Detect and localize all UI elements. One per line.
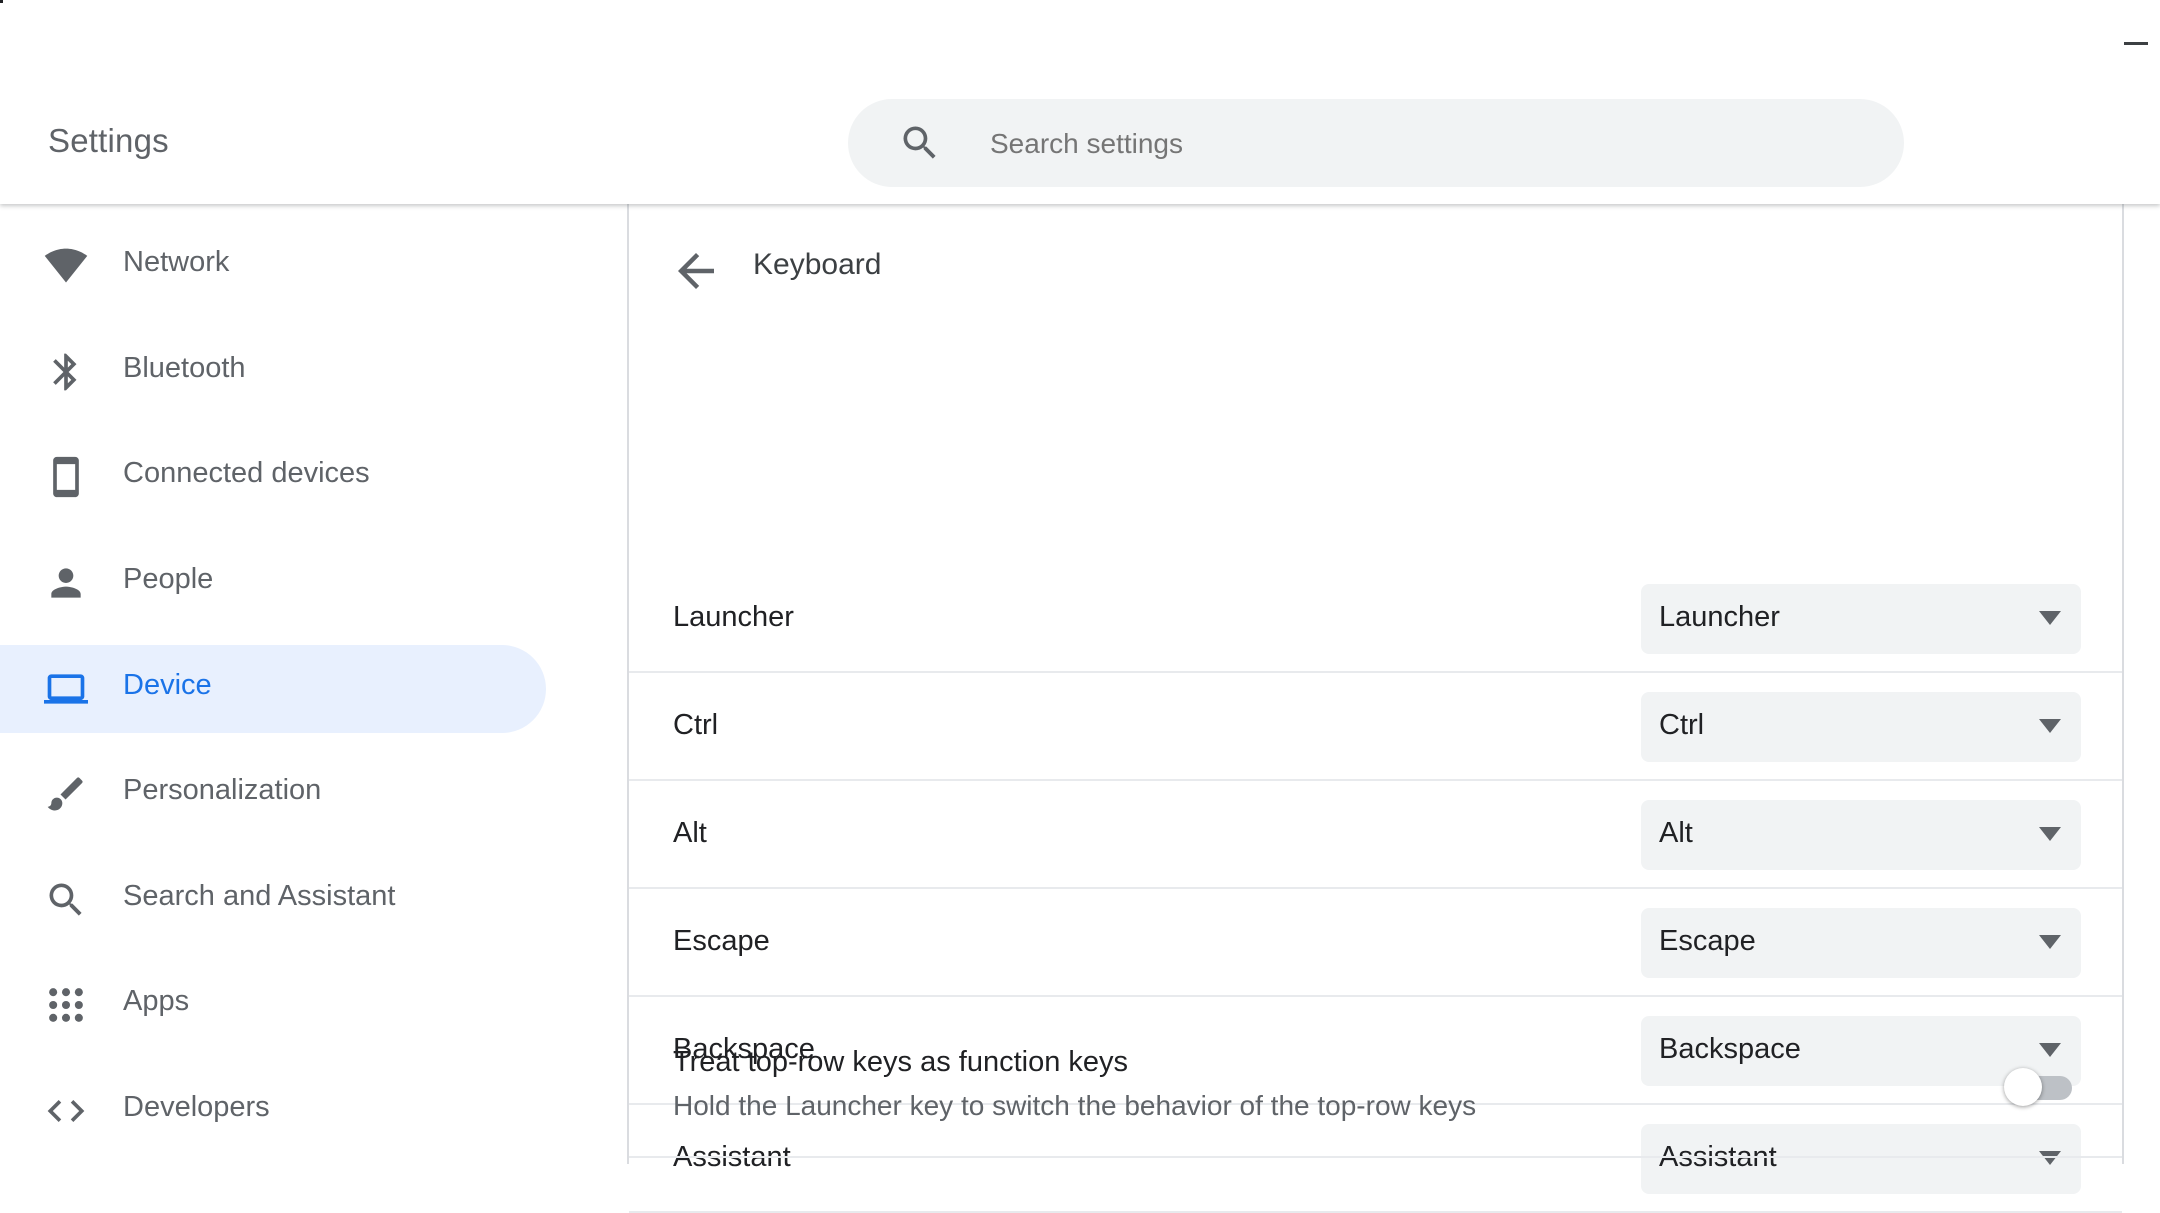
dropdown-arrow-icon [2039, 611, 2061, 625]
sidebar-item-personalization[interactable]: Personalization [0, 750, 546, 838]
remap-label: Launcher [673, 601, 794, 633]
page-title: Keyboard [753, 248, 882, 281]
remap-label: Alt [673, 817, 707, 849]
sidebar-item-bluetooth[interactable]: Bluetooth [0, 328, 546, 416]
search-input[interactable] [988, 121, 1852, 167]
select-value: Launcher [1659, 601, 1780, 633]
remap-select-escape[interactable]: Escape [1641, 908, 2081, 978]
sidebar-item-network[interactable]: Network [0, 222, 546, 310]
search-icon [49, 883, 82, 916]
sidebar-item-connected-devices[interactable]: Connected devices [0, 433, 546, 521]
sidebar-item-people[interactable]: People [0, 539, 546, 627]
sidebar-item-apps[interactable]: Apps [0, 961, 546, 1049]
remap-row-alt: Alt Alt [629, 781, 2122, 889]
remap-row-ctrl: Ctrl Ctrl [629, 673, 2122, 781]
brush-icon [47, 777, 83, 811]
sidebar-item-search-and-assistant[interactable]: Search and Assistant [0, 856, 546, 944]
sidebar-item-label: Apps [123, 985, 190, 1017]
select-value: Alt [1659, 817, 1693, 849]
code-icon [47, 1100, 85, 1122]
sidebar-item-label: Network [123, 246, 230, 278]
minimize-icon [2124, 42, 2148, 45]
function-keys-row: Treat top-row keys as function keys Hold… [629, 1010, 2122, 1158]
remap-label: Ctrl [673, 709, 719, 741]
select-value: Escape [1659, 925, 1756, 957]
remap-row-launcher: Launcher Launcher [629, 565, 2122, 673]
dropdown-arrow-icon [2039, 935, 2061, 949]
arrow-back-icon [678, 253, 714, 289]
back-button[interactable] [669, 244, 723, 298]
search-icon [903, 126, 936, 159]
person-icon [51, 568, 81, 598]
remap-select-launcher[interactable]: Launcher [1641, 584, 2081, 654]
toggle-description: Hold the Launcher key to switch the beha… [673, 1090, 1477, 1121]
toggle-knob [2004, 1068, 2042, 1106]
laptop-icon [44, 674, 88, 704]
minimize-button[interactable] [2124, 30, 2160, 58]
wifi-icon [44, 248, 88, 283]
remap-select-alt[interactable]: Alt [1641, 800, 2081, 870]
dropdown-arrow-icon [2039, 719, 2061, 733]
bluetooth-icon [53, 353, 77, 391]
sidebar-item-label: Connected devices [123, 457, 370, 489]
sidebar-item-label: Search and Assistant [123, 880, 396, 912]
apps-grid-icon [49, 988, 83, 1022]
sidebar-item-label: People [123, 563, 214, 595]
app-title: Settings [48, 122, 169, 159]
toggle-title: Treat top-row keys as function keys [673, 1046, 1129, 1078]
sidebar-item-developers[interactable]: Developers [0, 1067, 546, 1155]
search-box[interactable] [848, 99, 1904, 187]
sidebar-item-label: Developers [123, 1091, 270, 1123]
remap-select-ctrl[interactable]: Ctrl [1641, 692, 2081, 762]
function-keys-toggle[interactable] [2004, 1066, 2076, 1106]
sidebar-item-label: Personalization [123, 774, 322, 806]
app-header: Settings [0, 0, 2160, 204]
keyboard-settings-card: Keyboard Launcher Launcher Ctrl Ctrl Alt… [627, 204, 2124, 1213]
sidebar: Network Bluetooth Connected devices Peop… [0, 204, 626, 1164]
phone-icon [53, 456, 79, 498]
sidebar-item-label: Bluetooth [123, 352, 246, 384]
sidebar-item-label: Device [123, 669, 212, 701]
remap-label: Escape [673, 925, 770, 957]
sidebar-item-device[interactable]: Device [0, 645, 546, 733]
dropdown-arrow-icon [2039, 827, 2061, 841]
remap-row-escape: Escape Escape [629, 889, 2122, 997]
select-value: Ctrl [1659, 709, 1705, 741]
window-corner-mark [0, 0, 3, 3]
